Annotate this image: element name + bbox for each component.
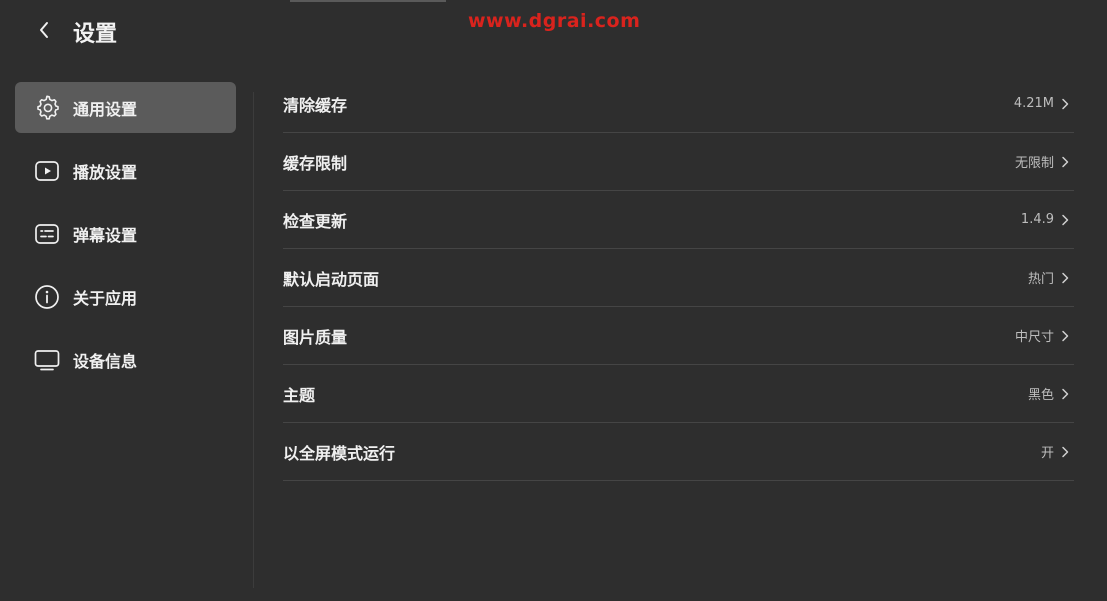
chevron-right-icon xyxy=(1061,271,1071,285)
setting-label: 检查更新 xyxy=(283,211,348,231)
sidebar-item-danmaku[interactable]: 弹幕设置 xyxy=(15,208,236,259)
sidebar-item-about[interactable]: 关于应用 xyxy=(15,271,236,322)
chevron-right-icon xyxy=(1061,213,1071,227)
setting-value-group: 无限制 xyxy=(1015,152,1074,171)
chevron-right-icon xyxy=(1061,97,1071,111)
danmaku-icon xyxy=(33,220,61,248)
setting-value: 4.21M xyxy=(1013,96,1054,111)
vertical-divider xyxy=(253,92,254,588)
setting-value: 开 xyxy=(1040,446,1054,461)
setting-value: 无限制 xyxy=(1014,156,1054,171)
setting-value-group: 黑色 xyxy=(1028,384,1074,403)
setting-row-theme[interactable]: 主题 黑色 xyxy=(283,365,1074,423)
setting-row-check-update[interactable]: 检查更新 1.4.9 xyxy=(283,191,1074,249)
setting-label: 缓存限制 xyxy=(283,153,348,173)
page-header: 设置 xyxy=(28,14,117,50)
setting-value: 1.4.9 xyxy=(1020,212,1054,227)
chevron-right-icon xyxy=(1061,155,1071,169)
setting-value-group: 4.21M xyxy=(1014,96,1074,111)
sidebar-item-label: 通用设置 xyxy=(73,99,138,119)
sidebar-item-general[interactable]: 通用设置 xyxy=(15,82,236,133)
gear-icon xyxy=(33,94,61,122)
info-icon xyxy=(33,283,61,311)
chevron-left-icon xyxy=(38,20,50,44)
sidebar-item-label: 弹幕设置 xyxy=(73,225,138,245)
setting-value-group: 1.4.9 xyxy=(1021,212,1074,227)
setting-value-group: 中尺寸 xyxy=(1015,326,1074,345)
sidebar-item-label: 设备信息 xyxy=(73,351,138,371)
setting-value-group: 热门 xyxy=(1028,268,1074,287)
chevron-right-icon xyxy=(1061,329,1071,343)
setting-label: 以全屏模式运行 xyxy=(283,443,396,463)
sidebar-item-label: 播放设置 xyxy=(73,162,138,182)
page-title: 设置 xyxy=(73,22,118,47)
setting-row-image-quality[interactable]: 图片质量 中尺寸 xyxy=(283,307,1074,365)
play-icon xyxy=(33,157,61,185)
setting-row-cache-limit[interactable]: 缓存限制 无限制 xyxy=(283,133,1074,191)
setting-label: 清除缓存 xyxy=(283,95,348,115)
setting-row-default-page[interactable]: 默认启动页面 热门 xyxy=(283,249,1074,307)
sidebar: 通用设置 播放设置 弹幕设置 关于应用 设备信息 xyxy=(15,82,236,397)
setting-row-fullscreen[interactable]: 以全屏模式运行 开 xyxy=(283,423,1074,481)
chevron-right-icon xyxy=(1061,445,1071,459)
setting-value: 中尺寸 xyxy=(1014,330,1054,345)
top-edge-bar xyxy=(290,0,446,2)
setting-label: 主题 xyxy=(283,385,316,405)
back-button[interactable] xyxy=(28,16,60,48)
settings-list: 清除缓存 4.21M 缓存限制 无限制 检查更新 1.4.9 默认启动页面 热门… xyxy=(283,75,1074,481)
sidebar-item-playback[interactable]: 播放设置 xyxy=(15,145,236,196)
chevron-right-icon xyxy=(1061,387,1071,401)
setting-label: 默认启动页面 xyxy=(283,269,380,289)
monitor-icon xyxy=(33,346,61,374)
sidebar-item-device[interactable]: 设备信息 xyxy=(15,334,236,385)
sidebar-item-label: 关于应用 xyxy=(73,288,138,308)
watermark-text: www.dgrai.com xyxy=(468,10,641,32)
setting-value: 热门 xyxy=(1027,272,1054,287)
setting-value-group: 开 xyxy=(1041,442,1074,461)
setting-value: 黑色 xyxy=(1027,388,1054,403)
setting-label: 图片质量 xyxy=(283,327,348,347)
setting-row-clear-cache[interactable]: 清除缓存 4.21M xyxy=(283,75,1074,133)
